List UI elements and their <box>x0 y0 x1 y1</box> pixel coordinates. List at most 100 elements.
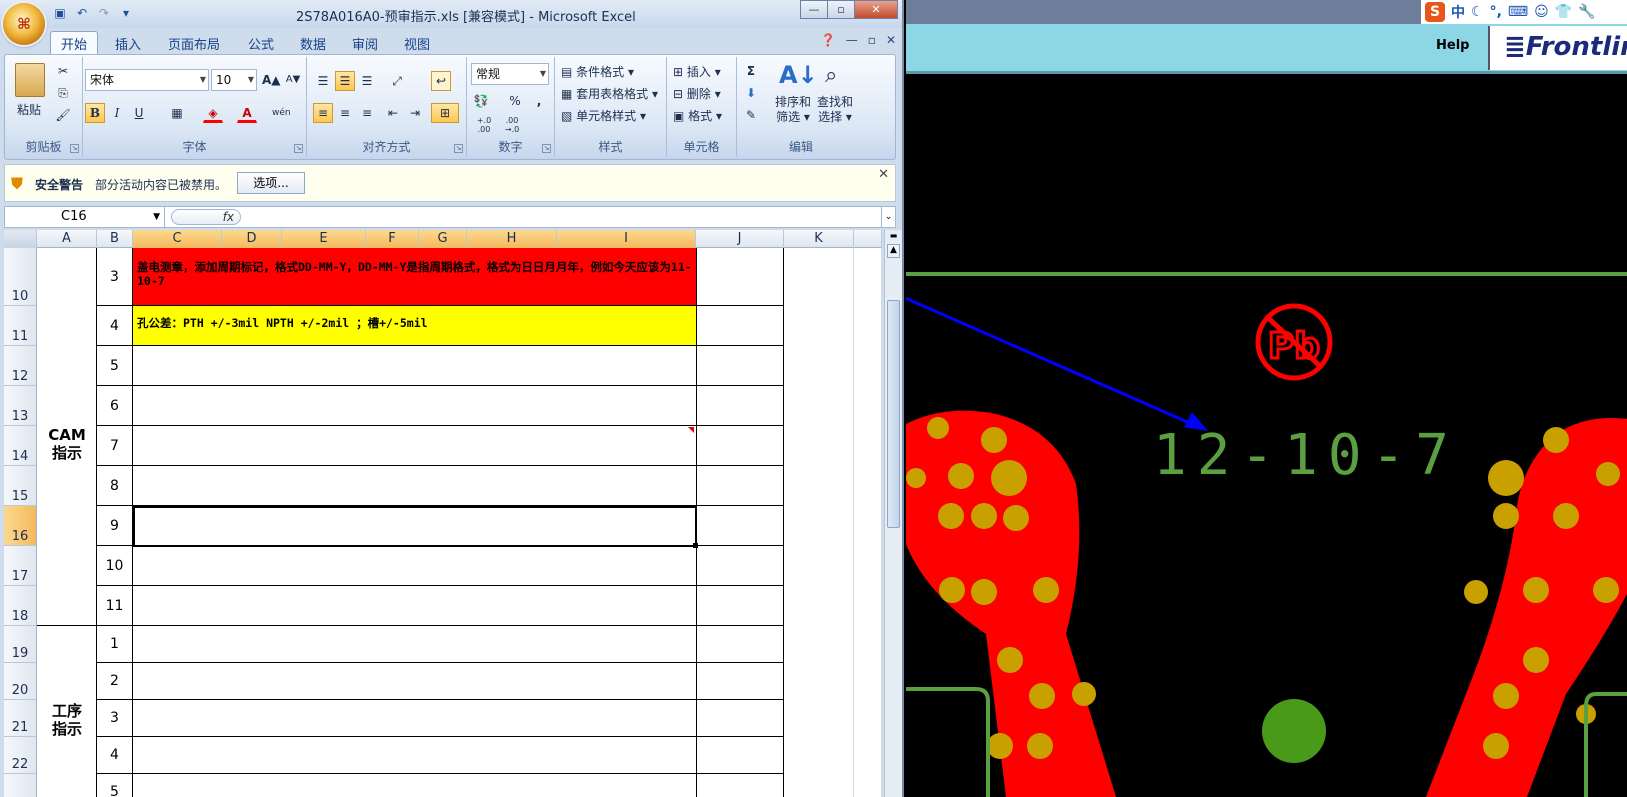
column-header-j[interactable]: J <box>696 230 784 248</box>
wrench-icon[interactable]: 🔧 <box>1578 4 1595 20</box>
decrease-decimal-button[interactable]: .00 →.0 <box>499 115 525 135</box>
find-select-button[interactable]: 查找和 选择 ▾ <box>817 95 853 125</box>
align-middle-icon[interactable]: ☰ <box>335 71 355 91</box>
row-header-10[interactable]: 10 <box>4 248 37 306</box>
decrease-indent-icon[interactable]: ⇤ <box>383 103 403 123</box>
close-icon[interactable]: ✕ <box>878 167 889 182</box>
punctuation-icon[interactable]: °, <box>1490 4 1502 20</box>
row-number-cell[interactable]: 9 <box>97 506 133 546</box>
ime-mode[interactable]: 中 <box>1451 2 1465 22</box>
formula-input[interactable] <box>245 207 877 227</box>
delete-cells-button[interactable]: ⊟ 删除 ▾ <box>673 85 721 102</box>
row-number-cell[interactable]: 6 <box>97 386 133 426</box>
clear-icon[interactable]: ✎ <box>741 105 761 125</box>
redo-icon[interactable]: ↷ <box>96 5 112 21</box>
bold-button[interactable]: B <box>85 103 105 123</box>
column-header-k[interactable]: K <box>784 230 854 248</box>
currency-icon[interactable]: 💱 <box>471 91 491 111</box>
tab-formulas[interactable]: 公式 <box>238 32 284 55</box>
column-j-cell[interactable] <box>697 737 784 774</box>
ribbon-close-icon[interactable]: ✕ <box>886 33 896 47</box>
column-j-cell[interactable] <box>697 386 784 426</box>
vertical-scrollbar[interactable]: ▬ ▲ <box>884 230 902 797</box>
column-j-cell[interactable] <box>697 426 784 466</box>
dialog-launcher-icon[interactable]: ↘ <box>542 144 551 153</box>
row-header-18[interactable]: 18 <box>4 586 37 626</box>
instruction-cell[interactable] <box>133 546 697 586</box>
increase-indent-icon[interactable]: ⇥ <box>405 103 425 123</box>
fill-color-icon[interactable]: ◈ <box>203 103 223 123</box>
qat-customize-icon[interactable]: ▾ <box>118 5 134 21</box>
tab-view[interactable]: 视图 <box>394 32 440 55</box>
instruction-cell[interactable] <box>133 663 697 700</box>
fill-handle[interactable] <box>693 543 698 548</box>
keyboard-icon[interactable]: ⌨ <box>1508 4 1528 20</box>
row-number-cell[interactable]: 8 <box>97 466 133 506</box>
column-j-cell[interactable] <box>697 248 784 306</box>
dialog-launcher-icon[interactable]: ↘ <box>70 144 79 153</box>
grow-font-button[interactable]: A▲ <box>261 70 281 90</box>
row-header-12[interactable]: 12 <box>4 346 37 386</box>
column-l-area[interactable] <box>854 248 882 797</box>
instruction-cell[interactable]: 盖电测章，添加周期标记，格式DD-MM-Y，DD-MM-Y是指周期格式，格式为日… <box>133 248 697 306</box>
help-menu[interactable]: Help <box>1436 38 1469 53</box>
ribbon-minimize-icon[interactable]: — <box>846 33 858 47</box>
help-icon[interactable]: ❓ <box>821 33 836 47</box>
find-binoculars-icon[interactable]: ⌕ <box>825 63 837 88</box>
instruction-cell[interactable] <box>133 466 697 506</box>
font-size-combo[interactable]: 10 ▼ <box>211 69 257 91</box>
title-bar[interactable]: ▣ ↶ ↷ ▾ 2S78A016A0-预审指示.xls [兼容模式] - Mic… <box>0 0 902 28</box>
close-button[interactable]: ✕ <box>854 0 898 19</box>
row-header-11[interactable]: 11 <box>4 306 37 346</box>
sort-filter-icon[interactable]: A↓ <box>779 61 818 89</box>
column-j-cell[interactable] <box>697 306 784 346</box>
format-cells-button[interactable]: ▣ 格式 ▾ <box>673 107 722 124</box>
fill-icon[interactable]: ⬇ <box>741 83 761 103</box>
maximize-button[interactable]: ▫ <box>827 0 855 19</box>
dialog-launcher-icon[interactable]: ↘ <box>454 144 463 153</box>
shirt-icon[interactable]: 👕 <box>1555 4 1572 20</box>
row-header-19[interactable]: 19 <box>4 626 37 663</box>
row-number-cell[interactable]: 7 <box>97 426 133 466</box>
select-all-corner[interactable] <box>4 230 37 248</box>
row-number-cell[interactable]: 5 <box>97 346 133 386</box>
spreadsheet-grid[interactable]: A B C D E F G H I J K 10 11 12 13 14 15 … <box>4 230 882 797</box>
row-header-17[interactable]: 17 <box>4 546 37 586</box>
ribbon-restore-icon[interactable]: ▫ <box>868 33 876 47</box>
row-header-13[interactable]: 13 <box>4 386 37 426</box>
wrap-text-icon[interactable]: ↩ <box>431 71 451 91</box>
column-j-cell[interactable] <box>697 700 784 737</box>
moon-icon[interactable]: ☾ <box>1471 4 1484 20</box>
number-format-combo[interactable]: 常规 ▼ <box>471 63 549 85</box>
name-box[interactable]: C16 ▼ <box>5 207 165 227</box>
row-number-cell[interactable]: 5 <box>97 774 133 797</box>
column-header-l[interactable] <box>854 230 882 248</box>
options-button[interactable]: 选项... <box>237 172 305 194</box>
instruction-cell[interactable] <box>133 346 697 386</box>
tab-data[interactable]: 数据 <box>290 32 336 55</box>
row-number-cell[interactable]: 2 <box>97 663 133 700</box>
column-header-i[interactable]: I <box>557 230 696 248</box>
conditional-format-button[interactable]: ▤ 条件格式 ▾ <box>561 63 634 80</box>
align-left-icon[interactable]: ≡ <box>313 103 333 123</box>
column-header-b[interactable]: B <box>97 230 133 248</box>
tab-page-layout[interactable]: 页面布局 <box>158 32 230 55</box>
save-icon[interactable]: ▣ <box>52 5 68 21</box>
row-number-cell[interactable]: 3 <box>97 700 133 737</box>
column-header-g[interactable]: G <box>419 230 467 248</box>
insert-function-button[interactable]: fx <box>171 209 241 225</box>
row-number-cell[interactable]: 4 <box>97 737 133 774</box>
instruction-cell[interactable] <box>133 700 697 737</box>
user-icon[interactable]: ☺ <box>1534 4 1549 20</box>
font-name-combo[interactable]: 宋体 ▼ <box>85 69 209 91</box>
instruction-cell[interactable] <box>133 737 697 774</box>
comment-indicator-icon[interactable] <box>688 427 694 433</box>
orientation-icon[interactable]: ⤢ <box>387 71 407 91</box>
tab-review[interactable]: 审阅 <box>342 32 388 55</box>
comma-button[interactable]: , <box>529 91 549 111</box>
row-header-22[interactable]: 22 <box>4 737 37 774</box>
scroll-thumb[interactable] <box>887 300 900 528</box>
autosum-button[interactable]: Σ <box>741 61 761 81</box>
column-j-cell[interactable] <box>697 546 784 586</box>
row-header-14[interactable]: 14 <box>4 426 37 466</box>
